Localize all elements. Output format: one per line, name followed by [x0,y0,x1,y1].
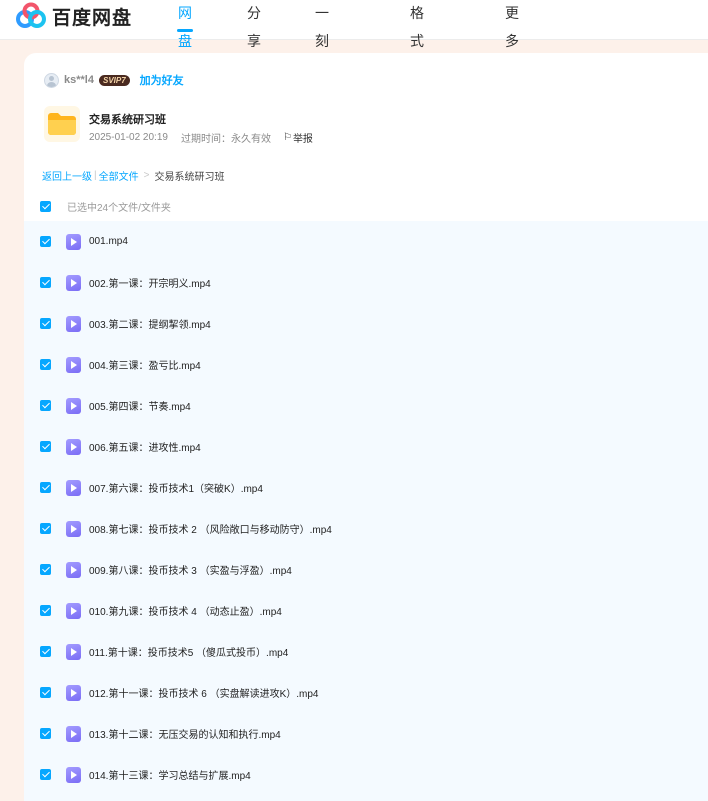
share-meta: 2025-01-02 20:19 过期时间：永久有效 ⚐ 举报 [89,130,313,145]
file-name[interactable]: 007.第六课：投币技术1（突破K）.mp4 [89,480,263,495]
share-expire: 过期时间：永久有效 [180,134,271,145]
breadcrumb-divider: | [94,170,97,181]
list-item[interactable]: 011.第十课：投币技术5 （傻瓜式投币）.mp4 [24,631,708,672]
svip-badge: SVIP7 [98,74,130,86]
nav-tab-share[interactable]: 分享 [247,0,261,50]
file-checkbox[interactable] [40,236,51,247]
video-file-icon [66,602,81,619]
video-file-icon [66,643,81,660]
share-title: 交易系统研习班 [89,114,166,126]
file-name[interactable]: 003.第二课：提纲挈领.mp4 [89,316,211,331]
file-checkbox[interactable] [40,646,51,657]
owner-name: ks**l4 [64,74,94,86]
file-checkbox[interactable] [40,728,51,739]
add-friend-link[interactable]: 加为好友 [140,72,184,88]
share-card: ks**l4 SVIP7 加为好友 交易系统研习班 2025-01-02 20:… [24,53,708,801]
list-item[interactable]: 002.第一课：开宗明义.mp4 [24,262,708,303]
list-item[interactable]: 008.第七课：投币技术 2 （风险敞口与移动防守）.mp4 [24,508,708,549]
flag-icon: ⚐ [282,132,292,143]
file-name[interactable]: 009.第八课：投币技术 3 （实盈与浮盈）.mp4 [89,562,292,577]
nav-tab-moment-album[interactable]: 一刻相册 [315,0,329,106]
file-checkbox[interactable] [40,564,51,575]
file-checkbox[interactable] [40,605,51,616]
select-all-row: 已选中24个文件/文件夹 [40,198,171,214]
video-file-icon [66,479,81,496]
list-item[interactable]: 004.第三课：盈亏比.mp4 [24,344,708,385]
file-checkbox[interactable] [40,400,51,411]
video-file-icon [66,561,81,578]
list-item[interactable]: 007.第六课：投币技术1（突破K）.mp4 [24,467,708,508]
file-checkbox[interactable] [40,441,51,452]
list-item[interactable]: 013.第十二课：无压交易的认知和执行.mp4 [24,713,708,754]
list-item[interactable]: 012.第十一课：投币技术 6 （实盘解读进攻K）.mp4 [24,672,708,713]
file-checkbox[interactable] [40,769,51,780]
file-checkbox[interactable] [40,318,51,329]
file-name[interactable]: 001.mp4 [89,236,128,247]
folder-icon [44,106,80,142]
nav-tab-more[interactable]: 更多▼ [505,0,519,76]
breadcrumb-current: 交易系统研习班 [154,172,225,183]
video-file-icon [66,684,81,701]
baidu-cloud-logo-icon [16,2,46,28]
share-date: 2025-01-02 20:19 [89,132,168,143]
top-nav-bar: 百度网盘 网盘 分享 一刻相册 格式转换 更多▼ [0,0,708,106]
video-file-icon [66,520,81,537]
file-checkbox[interactable] [40,482,51,493]
file-name[interactable]: 013.第十二课：无压交易的认知和执行.mp4 [89,726,281,741]
breadcrumb-arrow: > [143,170,150,181]
video-file-icon [66,233,81,250]
video-file-icon [66,356,81,373]
breadcrumb: 返回上一级 | 全部文件 > 交易系统研习班 [42,168,224,183]
report-button[interactable]: ⚐ 举报 [283,130,313,145]
file-checkbox[interactable] [40,359,51,370]
selection-summary: 已选中24个文件/文件夹 [67,202,171,214]
file-name[interactable]: 006.第五课：进攻性.mp4 [89,439,201,454]
brand-name: 百度网盘 [52,6,133,29]
video-file-icon [66,725,81,742]
video-file-icon [66,766,81,783]
select-all-checkbox[interactable] [40,200,51,212]
video-file-icon [66,274,81,291]
file-name[interactable]: 002.第一课：开宗明义.mp4 [89,275,211,290]
file-name[interactable]: 008.第七课：投币技术 2 （风险敞口与移动防守）.mp4 [89,521,332,536]
file-checkbox[interactable] [40,687,51,698]
list-item[interactable]: 001.mp4 [24,221,708,262]
back-link[interactable]: 返回上一级 [42,168,92,183]
video-file-icon [66,438,81,455]
list-item[interactable]: 014.第十三课：学习总结与扩展.mp4 [24,754,708,795]
share-owner: ks**l4 SVIP7 加为好友 [44,72,184,88]
list-item[interactable]: 009.第八课：投币技术 3 （实盈与浮盈）.mp4 [24,549,708,590]
file-name[interactable]: 012.第十一课：投币技术 6 （实盘解读进攻K）.mp4 [89,685,318,700]
list-item[interactable]: 010.第九课：投币技术 4 （动态止盈）.mp4 [24,590,708,631]
nav-tab-format-convert[interactable]: 格式转换 [410,0,424,106]
nav-tab-netdisk[interactable]: 网盘 [177,0,193,50]
file-list: 001.mp4 002.第一课：开宗明义.mp4 003.第二课：提纲挈领.mp… [24,221,708,801]
video-file-icon [66,397,81,414]
list-item[interactable]: 006.第五课：进攻性.mp4 [24,426,708,467]
file-name[interactable]: 010.第九课：投币技术 4 （动态止盈）.mp4 [89,603,282,618]
all-files-link[interactable]: 全部文件 [99,168,139,183]
file-name[interactable]: 004.第三课：盈亏比.mp4 [89,357,201,372]
file-name[interactable]: 005.第四课：节奏.mp4 [89,398,191,413]
file-checkbox[interactable] [40,277,51,288]
list-item[interactable]: 005.第四课：节奏.mp4 [24,385,708,426]
video-file-icon [66,315,81,332]
avatar[interactable] [44,72,59,88]
list-item[interactable]: 003.第二课：提纲挈领.mp4 [24,303,708,344]
file-name[interactable]: 014.第十三课：学习总结与扩展.mp4 [89,767,251,782]
brand-logo[interactable]: 百度网盘 [16,2,132,30]
file-checkbox[interactable] [40,523,51,534]
file-name[interactable]: 011.第十课：投币技术5 （傻瓜式投币）.mp4 [89,644,288,659]
